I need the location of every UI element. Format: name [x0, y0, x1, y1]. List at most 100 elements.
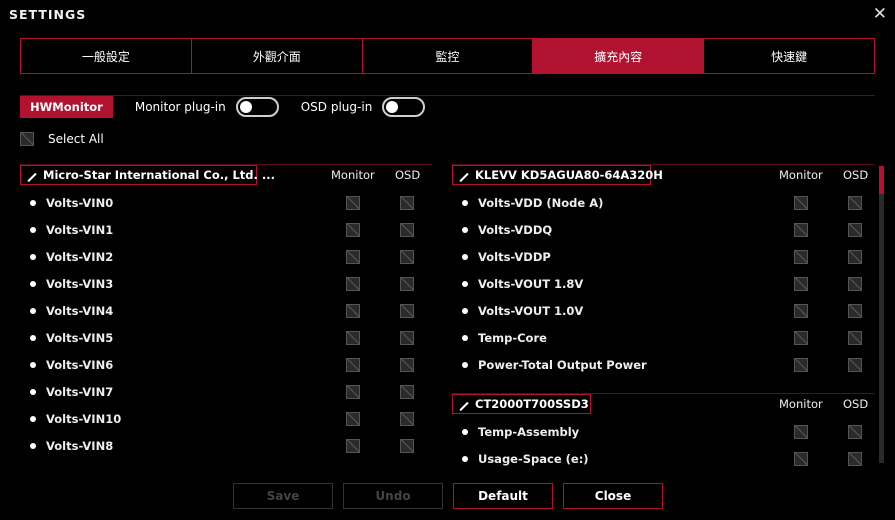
monitor-checkbox[interactable]: [794, 304, 808, 318]
monitor-checkbox[interactable]: [346, 304, 360, 318]
sensor-name: Temp-Core: [478, 331, 547, 345]
osd-checkbox[interactable]: [400, 439, 414, 453]
osd-checkbox[interactable]: [848, 250, 862, 264]
monitor-checkbox[interactable]: [346, 412, 360, 426]
sensor-name: Volts-VIN3: [46, 277, 114, 291]
monitor-checkbox[interactable]: [794, 331, 808, 345]
monitor-checkbox[interactable]: [346, 223, 360, 237]
osd-checkbox[interactable]: [848, 425, 862, 439]
osd-checkbox[interactable]: [400, 223, 414, 237]
sensor-row: Volts-VOUT 1.8V: [452, 276, 872, 292]
group-ssd-title: CT2000T700SSD3: [475, 397, 589, 411]
osd-checkbox[interactable]: [400, 304, 414, 318]
monitor-checkbox[interactable]: [794, 277, 808, 291]
osd-checkbox[interactable]: [400, 358, 414, 372]
sensor-name: Volts-VIN5: [46, 331, 114, 345]
sensor-name: Volts-VIN0: [46, 196, 114, 210]
monitor-checkbox[interactable]: [346, 385, 360, 399]
osd-checkbox[interactable]: [848, 452, 862, 466]
monitor-checkbox[interactable]: [346, 331, 360, 345]
bullet-icon: [462, 200, 468, 206]
group-klevv: KLEVV KD5AGUA80-64A320H Monitor OSD Volt…: [452, 165, 872, 390]
undo-button[interactable]: Undo: [343, 483, 443, 509]
monitor-checkbox[interactable]: [346, 439, 360, 453]
default-button[interactable]: Default: [453, 483, 553, 509]
tab-appearance[interactable]: 外觀介面: [192, 39, 363, 73]
monitor-checkbox[interactable]: [346, 277, 360, 291]
monitor-column-header: Monitor: [779, 168, 823, 182]
osd-checkbox[interactable]: [400, 196, 414, 210]
sensor-row: Volts-VIN7: [20, 384, 432, 400]
close-button[interactable]: Close: [563, 483, 663, 509]
sensor-row: Temp-Assembly: [452, 424, 872, 440]
group-msi-header[interactable]: Micro-Star International Co., Ltd. ...: [20, 165, 275, 185]
osd-checkbox[interactable]: [400, 277, 414, 291]
monitor-column-header: Monitor: [779, 397, 823, 411]
monitor-checkbox[interactable]: [794, 425, 808, 439]
bullet-icon: [30, 389, 36, 395]
monitor-checkbox[interactable]: [346, 358, 360, 372]
plugin-bar: HWMonitor Monitor plug-in OSD plug-in: [20, 96, 426, 118]
sensor-row: Volts-VIN0: [20, 195, 432, 211]
monitor-checkbox[interactable]: [794, 250, 808, 264]
osd-plugin-toggle[interactable]: [382, 97, 426, 117]
sensor-name: Volts-VDDQ: [478, 223, 553, 237]
chevron-up-icon[interactable]: [459, 401, 469, 412]
osd-checkbox[interactable]: [400, 250, 414, 264]
osd-checkbox[interactable]: [848, 358, 862, 372]
tab-extensions[interactable]: 擴充內容: [533, 39, 705, 73]
sensor-name: Power-Total Output Power: [478, 358, 647, 372]
select-all-checkbox[interactable]: [20, 132, 34, 146]
scrollbar-thumb[interactable]: [879, 166, 884, 194]
bullet-icon: [462, 429, 468, 435]
monitor-checkbox[interactable]: [794, 452, 808, 466]
monitor-checkbox[interactable]: [794, 358, 808, 372]
hwmonitor-button[interactable]: HWMonitor: [20, 96, 113, 118]
osd-checkbox[interactable]: [848, 223, 862, 237]
monitor-checkbox[interactable]: [794, 196, 808, 210]
sensor-row: Power-Total Output Power: [452, 357, 872, 373]
bullet-icon: [462, 362, 468, 368]
group-klevv-header[interactable]: KLEVV KD5AGUA80-64A320H: [452, 165, 663, 185]
bullet-icon: [30, 443, 36, 449]
bullet-icon: [30, 416, 36, 422]
select-all-label: Select All: [48, 132, 104, 146]
save-button[interactable]: Save: [233, 483, 333, 509]
group-ssd-header[interactable]: CT2000T700SSD3: [452, 394, 591, 414]
sensor-name: Volts-VIN7: [46, 385, 114, 399]
osd-checkbox[interactable]: [848, 304, 862, 318]
sensor-name: Usage-Space (e:): [478, 452, 589, 466]
sensor-row: Volts-VIN10: [20, 411, 432, 427]
osd-checkbox[interactable]: [400, 331, 414, 345]
window-title: SETTINGS: [9, 7, 87, 22]
sensor-name: Volts-VIN6: [46, 358, 114, 372]
tab-monitoring[interactable]: 監控: [363, 39, 534, 73]
osd-checkbox[interactable]: [848, 277, 862, 291]
scrollbar[interactable]: [879, 166, 884, 463]
osd-checkbox[interactable]: [848, 196, 862, 210]
chevron-up-icon[interactable]: [459, 172, 469, 183]
bullet-icon: [462, 456, 468, 462]
bullet-icon: [30, 200, 36, 206]
monitor-checkbox[interactable]: [346, 250, 360, 264]
monitor-checkbox[interactable]: [794, 223, 808, 237]
sensor-row: Volts-VIN1: [20, 222, 432, 238]
sensor-name: Volts-VOUT 1.0V: [478, 304, 584, 318]
select-all-row: Select All: [20, 132, 104, 146]
bullet-icon: [30, 362, 36, 368]
osd-checkbox[interactable]: [848, 331, 862, 345]
close-icon[interactable]: ✕: [873, 4, 887, 24]
bullet-icon: [462, 335, 468, 341]
osd-checkbox[interactable]: [400, 385, 414, 399]
monitor-column-header: Monitor: [331, 168, 375, 182]
bullet-icon: [462, 308, 468, 314]
chevron-up-icon[interactable]: [27, 172, 37, 183]
tab-hotkeys[interactable]: 快速鍵: [704, 39, 874, 73]
monitor-plugin-toggle[interactable]: [235, 97, 279, 117]
sensor-name: Volts-VIN8: [46, 439, 114, 453]
sensor-name: Volts-VIN2: [46, 250, 114, 264]
monitor-checkbox[interactable]: [346, 196, 360, 210]
osd-checkbox[interactable]: [400, 412, 414, 426]
tab-general[interactable]: 一般設定: [21, 39, 192, 73]
monitor-plugin-label: Monitor plug-in: [134, 100, 226, 114]
